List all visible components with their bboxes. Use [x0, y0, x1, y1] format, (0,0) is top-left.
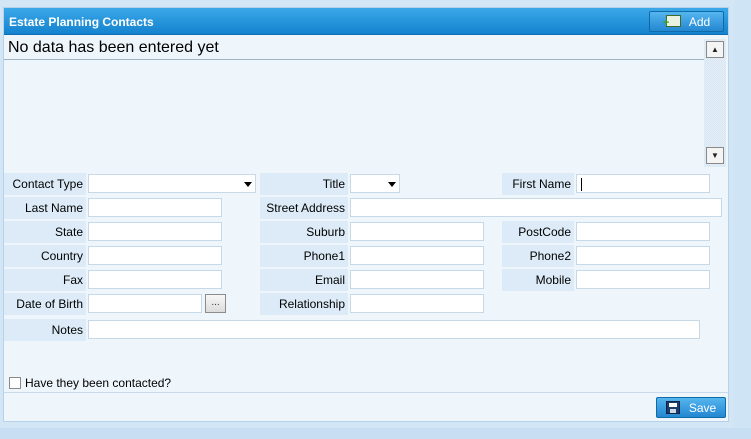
phone2-label: Phone2	[502, 245, 574, 267]
mobile-field[interactable]	[576, 270, 710, 289]
phone2-cell	[574, 245, 728, 267]
panel-header: Estate Planning Contacts + Add	[4, 8, 728, 35]
relationship-label: Relationship	[260, 293, 348, 315]
date-of-birth-label: Date of Birth	[4, 293, 86, 315]
fax-cell	[86, 269, 258, 291]
notes-cell	[86, 319, 728, 341]
phone1-label: Phone1	[260, 245, 348, 267]
bottom-band	[0, 428, 751, 439]
postcode-cell	[574, 221, 728, 243]
add-button-label: Add	[688, 14, 711, 29]
chevron-down-icon	[244, 182, 252, 187]
state-cell	[86, 221, 258, 243]
email-label: Email	[260, 269, 348, 291]
floppy-disk-icon	[665, 401, 680, 414]
down-arrow-icon[interactable]: ▼	[706, 147, 724, 164]
contacts-list: No data has been entered yet ▲ ▼	[4, 36, 728, 168]
add-card-icon: +	[663, 15, 681, 29]
contact-type-cell	[86, 173, 258, 195]
add-button[interactable]: + Add	[649, 11, 724, 32]
contact-type-select[interactable]	[88, 174, 256, 193]
save-button-label: Save	[688, 400, 717, 415]
title-label: Title	[260, 173, 348, 195]
last-name-field[interactable]	[88, 198, 222, 217]
state-label: State	[4, 221, 86, 243]
email-cell	[348, 269, 500, 291]
footer-divider	[4, 392, 728, 393]
window-edge	[734, 0, 751, 439]
date-of-birth-cell: ...	[86, 293, 258, 315]
first-name-field[interactable]	[576, 174, 710, 193]
phone2-field[interactable]	[576, 246, 710, 265]
country-cell	[86, 245, 258, 267]
last-name-cell	[86, 197, 258, 219]
estate-planning-panel: Estate Planning Contacts + Add No data h…	[3, 7, 729, 422]
date-of-birth-field[interactable]	[88, 294, 202, 313]
date-picker-button[interactable]: ...	[205, 294, 226, 313]
country-label: Country	[4, 245, 86, 267]
contact-type-label: Contact Type	[4, 173, 86, 195]
contacted-checkbox[interactable]	[9, 377, 21, 389]
up-arrow-icon[interactable]: ▲	[706, 41, 724, 58]
country-field[interactable]	[88, 246, 222, 265]
contacted-label: Have they been contacted?	[25, 376, 172, 390]
state-field[interactable]	[88, 222, 222, 241]
street-address-field[interactable]	[350, 198, 722, 217]
save-button[interactable]: Save	[656, 397, 726, 418]
suburb-label: Suburb	[260, 221, 348, 243]
street-address-label: Street Address	[260, 197, 348, 219]
list-divider	[4, 59, 704, 60]
suburb-cell	[348, 221, 500, 243]
empty-list-message: No data has been entered yet	[8, 39, 219, 56]
phone1-cell	[348, 245, 500, 267]
panel-title: Estate Planning Contacts	[9, 15, 154, 29]
title-cell	[348, 173, 500, 195]
fax-label: Fax	[4, 269, 86, 291]
email-field[interactable]	[350, 270, 484, 289]
first-name-cell	[574, 173, 728, 195]
notes-field[interactable]	[88, 320, 700, 339]
suburb-field[interactable]	[350, 222, 484, 241]
relationship-field[interactable]	[350, 294, 484, 313]
phone1-field[interactable]	[350, 246, 484, 265]
mobile-cell	[574, 269, 728, 291]
contacted-row: Have they been contacted?	[9, 376, 171, 390]
chevron-down-icon	[388, 182, 396, 187]
notes-label: Notes	[4, 319, 86, 341]
relationship-cell	[348, 293, 500, 315]
mobile-label: Mobile	[502, 269, 574, 291]
title-select[interactable]	[350, 174, 400, 193]
first-name-label: First Name	[502, 173, 574, 195]
list-scrollbar[interactable]: ▲ ▼	[704, 39, 726, 167]
fax-field[interactable]	[88, 270, 222, 289]
postcode-label: PostCode	[502, 221, 574, 243]
street-address-cell	[348, 197, 728, 219]
last-name-label: Last Name	[4, 197, 86, 219]
postcode-field[interactable]	[576, 222, 710, 241]
